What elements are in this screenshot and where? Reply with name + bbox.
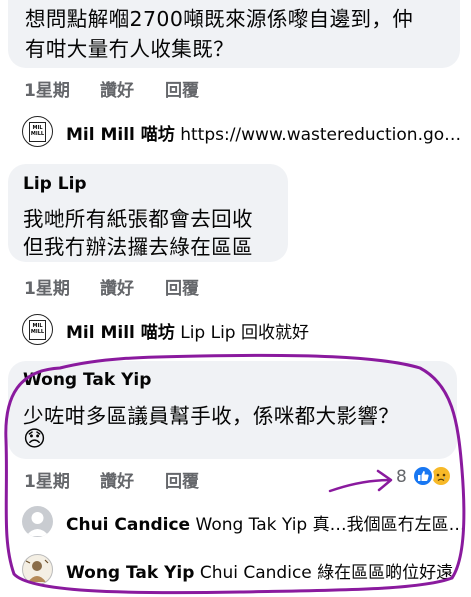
reply-button[interactable]: 回覆: [165, 274, 199, 299]
comment-bubble[interactable]: Wong Tak Yip 少咗咁多區議員幫手收，係咪都大影響？ 😞: [8, 361, 457, 459]
comment-timestamp[interactable]: 1星期: [24, 274, 70, 299]
reply-author[interactable]: Wong Tak Yip: [66, 563, 194, 583]
reaction-count[interactable]: 8: [396, 467, 407, 487]
comment-author[interactable]: Lip Lip: [23, 174, 87, 194]
reply-preview[interactable]: Wong Tak Yip Chui Candice 綠在區區啲位好遠: [0, 550, 471, 590]
reply-preview[interactable]: MIL MILL Mil Mill 喵坊 https://www.wastered…: [0, 112, 471, 152]
mil-mill-logo-icon: MIL MILL: [29, 121, 46, 142]
comment-timestamp[interactable]: 1星期: [24, 76, 70, 101]
comment-text-line: 想問點解嗰2700噸既來源係嚟自邊到，仲: [25, 7, 414, 31]
comment-text-line: 有咁大量冇人收集既？: [25, 37, 234, 61]
like-button[interactable]: 讚好: [100, 274, 134, 299]
mil-mill-logo-icon: MIL MILL: [29, 319, 46, 340]
reply-text: Lip Lip 回收就好: [180, 323, 309, 343]
like-icon[interactable]: [412, 465, 434, 487]
reply-text: https://www.wastereduction.gov.hk/zh-hk: [180, 125, 466, 145]
comment-bubble[interactable]: 想問點解嗰2700噸既來源係嚟自邊到，仲 有咁大量冇人收集既？: [8, 0, 460, 68]
reply-author[interactable]: Mil Mill 喵坊: [66, 323, 175, 343]
default-avatar-icon[interactable]: [22, 506, 53, 537]
comment-text-line: 但我冇辦法攞去綠在區區: [23, 235, 253, 259]
reply-author[interactable]: Chui Candice: [66, 515, 190, 535]
reply-text: Chui Candice 綠在區區啲位好遠: [199, 563, 454, 583]
like-button[interactable]: 讚好: [100, 467, 134, 492]
reply-preview[interactable]: Chui Candice Wong Tak Yip 真…我個區冇左區議員: [0, 502, 471, 542]
reply-button[interactable]: 回覆: [165, 467, 199, 492]
like-button[interactable]: 讚好: [100, 76, 134, 101]
reply-author[interactable]: Mil Mill 喵坊: [66, 125, 175, 145]
comment-text-line: 😞: [23, 427, 47, 452]
comment-text-line: 少咗咁多區議員幫手收，係咪都大影響？: [23, 404, 400, 428]
mil-mill-logo-avatar[interactable]: MIL MILL: [22, 116, 53, 147]
user-avatar-icon[interactable]: [22, 554, 53, 585]
comment-timestamp[interactable]: 1星期: [24, 467, 70, 492]
reply-button[interactable]: 回覆: [165, 76, 199, 101]
comment-bubble[interactable]: Lip Lip 我哋所有紙張都會去回收 但我冇辦法攞去綠在區區: [8, 164, 288, 262]
comment-author[interactable]: Wong Tak Yip: [23, 370, 151, 390]
reply-preview[interactable]: MIL MILL Mil Mill 喵坊 Lip Lip 回收就好: [0, 310, 471, 350]
mil-mill-logo-avatar[interactable]: MIL MILL: [22, 314, 53, 345]
reply-text: Wong Tak Yip 真…我個區冇左區議員: [195, 515, 467, 535]
comment-text-line: 我哋所有紙張都會去回收: [23, 207, 253, 231]
